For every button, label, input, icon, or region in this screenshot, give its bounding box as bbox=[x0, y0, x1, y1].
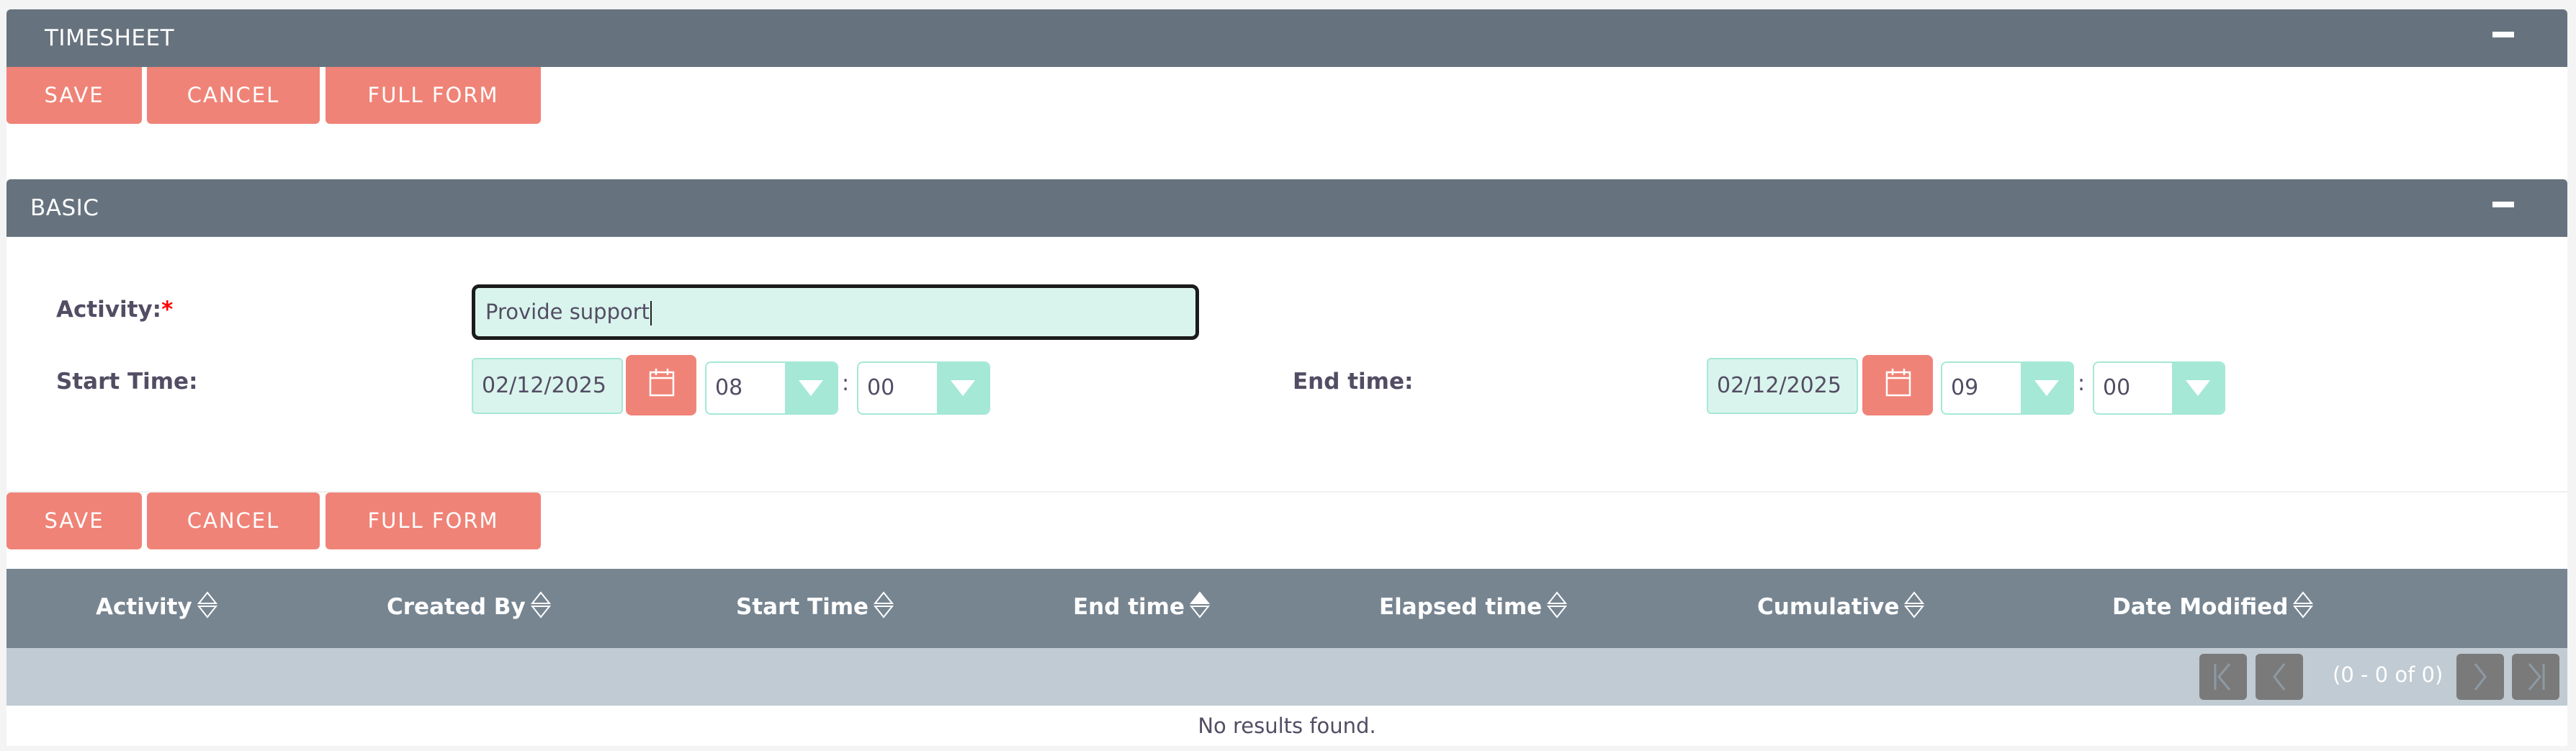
column-label: Date Modified bbox=[2112, 594, 2289, 620]
start-hour-value: 08 bbox=[715, 375, 743, 400]
table-header: Activity Created By Start Time End time … bbox=[6, 569, 2567, 648]
end-hour-select[interactable]: 09 bbox=[1941, 361, 2074, 415]
end-date-calendar-button[interactable] bbox=[1862, 355, 1933, 415]
column-label: Cumulative bbox=[1757, 594, 1900, 620]
column-header-created-by[interactable]: Created By bbox=[387, 591, 552, 620]
basic-header[interactable]: BASIC bbox=[6, 179, 2567, 237]
previous-page-button[interactable] bbox=[2256, 654, 2303, 700]
last-page-button[interactable] bbox=[2512, 654, 2559, 700]
next-page-icon bbox=[2474, 663, 2487, 691]
start-time-label: Start Time: bbox=[56, 369, 198, 395]
save-button[interactable]: SAVE bbox=[6, 67, 142, 124]
full-form-button-bottom[interactable]: FULL FORM bbox=[326, 493, 541, 549]
column-label: Activity bbox=[96, 594, 192, 620]
dropdown-arrow-icon bbox=[785, 363, 837, 413]
dropdown-arrow-icon bbox=[2021, 363, 2073, 413]
calendar-icon bbox=[1885, 369, 1911, 397]
sort-icon bbox=[530, 591, 551, 619]
activity-label-text: Activity: bbox=[56, 297, 162, 323]
last-page-icon bbox=[2528, 663, 2545, 691]
activity-input-value: Provide support bbox=[485, 300, 650, 324]
column-header-date-modified[interactable]: Date Modified bbox=[2112, 591, 2314, 620]
full-form-button[interactable]: FULL FORM bbox=[326, 67, 541, 124]
start-minute-select[interactable]: 00 bbox=[857, 361, 990, 415]
cancel-button-bottom[interactable]: CANCEL bbox=[147, 493, 320, 549]
save-button-bottom[interactable]: SAVE bbox=[6, 493, 142, 549]
start-minute-value: 00 bbox=[867, 375, 895, 400]
column-header-start-time[interactable]: Start Time bbox=[736, 591, 894, 620]
dropdown-arrow-icon bbox=[2172, 363, 2224, 413]
end-minute-select[interactable]: 00 bbox=[2093, 361, 2225, 415]
required-asterisk: * bbox=[161, 297, 174, 323]
sort-icon bbox=[1904, 591, 1925, 619]
no-results-message: No results found. bbox=[6, 706, 2567, 746]
first-page-button[interactable] bbox=[2199, 654, 2247, 700]
calendar-icon bbox=[649, 369, 675, 397]
previous-page-icon bbox=[2273, 663, 2286, 691]
column-header-cumulative[interactable]: Cumulative bbox=[1757, 591, 1925, 620]
first-page-icon bbox=[2214, 663, 2231, 691]
sort-icon bbox=[873, 591, 894, 619]
timesheet-header[interactable]: TIMESHEET bbox=[6, 9, 2567, 67]
sort-icon bbox=[1547, 591, 1568, 619]
activity-label: Activity:* bbox=[56, 297, 173, 323]
end-hour-value: 09 bbox=[1951, 375, 1979, 400]
text-caret bbox=[650, 301, 652, 325]
sort-ascending-icon bbox=[1189, 591, 1211, 619]
basic-title: BASIC bbox=[30, 195, 99, 221]
column-header-elapsed-time[interactable]: Elapsed time bbox=[1379, 591, 1568, 620]
column-label: End time bbox=[1073, 594, 1185, 620]
time-separator: : bbox=[2078, 371, 2086, 396]
start-date-calendar-button[interactable] bbox=[626, 355, 696, 415]
activity-input[interactable]: Provide support bbox=[472, 284, 1199, 340]
sort-icon bbox=[2293, 591, 2314, 619]
dropdown-arrow-icon bbox=[937, 363, 989, 413]
end-date-input[interactable]: 02/12/2025 bbox=[1707, 358, 1858, 414]
column-label: Elapsed time bbox=[1379, 594, 1543, 620]
cancel-button[interactable]: CANCEL bbox=[147, 67, 320, 124]
start-date-input[interactable]: 02/12/2025 bbox=[472, 358, 623, 414]
column-label: Start Time bbox=[736, 594, 869, 620]
pagination-bar: (0 - 0 of 0) bbox=[6, 648, 2567, 706]
sort-icon bbox=[197, 591, 217, 619]
end-time-label: End time: bbox=[1293, 369, 1414, 395]
next-page-button[interactable] bbox=[2456, 654, 2504, 700]
column-header-activity[interactable]: Activity bbox=[96, 591, 218, 620]
end-minute-value: 00 bbox=[2103, 375, 2131, 400]
minus-icon[interactable] bbox=[2492, 202, 2514, 207]
minus-icon[interactable] bbox=[2492, 32, 2514, 37]
time-separator: : bbox=[842, 371, 850, 396]
pagination-range: (0 - 0 of 0) bbox=[2333, 662, 2443, 687]
timesheet-title: TIMESHEET bbox=[45, 25, 175, 51]
start-hour-select[interactable]: 08 bbox=[705, 361, 838, 415]
column-header-end-time[interactable]: End time bbox=[1073, 591, 1211, 620]
column-label: Created By bbox=[387, 594, 526, 620]
